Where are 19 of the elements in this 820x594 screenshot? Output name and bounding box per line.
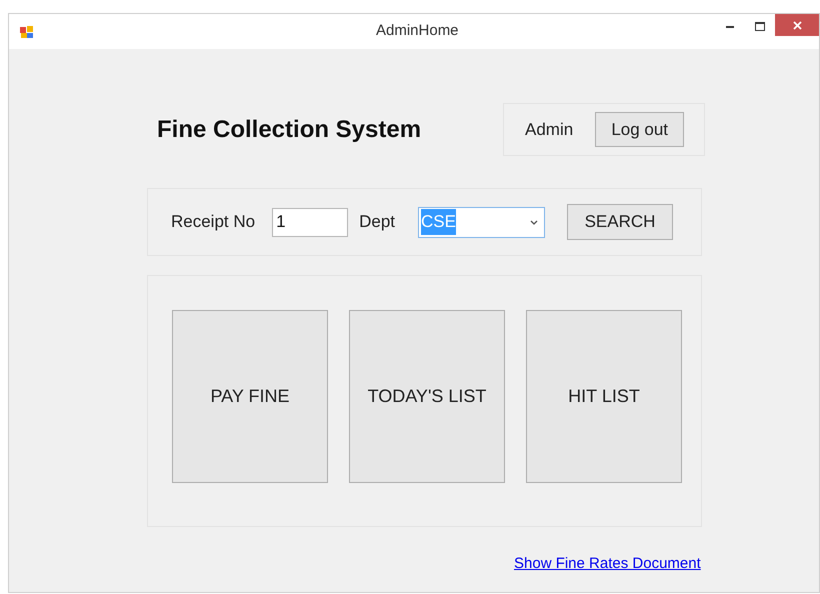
search-button[interactable]: SEARCH (567, 204, 674, 240)
action-button[interactable]: HIT LIST (526, 310, 682, 483)
fine-rates-link[interactable]: Show Fine Rates Document (514, 555, 701, 572)
dept-value: CSE (421, 209, 456, 235)
close-icon (792, 20, 802, 30)
logout-button[interactable]: Log out (595, 112, 684, 147)
action-button[interactable]: TODAY'S LIST (349, 310, 505, 483)
app-icon (19, 24, 35, 40)
action-button[interactable]: PAY FINE (172, 310, 328, 483)
close-button[interactable] (775, 14, 819, 36)
minimize-icon (726, 25, 734, 28)
app-heading: Fine Collection System (157, 114, 422, 144)
window-title: AdminHome (376, 21, 459, 42)
maximize-icon (755, 22, 765, 31)
receipt-label: Receipt No (171, 211, 256, 234)
user-label: Admin (525, 118, 574, 141)
dept-label: Dept (359, 211, 396, 234)
receipt-input[interactable]: 1 (272, 208, 348, 236)
caret-icon (530, 220, 538, 224)
